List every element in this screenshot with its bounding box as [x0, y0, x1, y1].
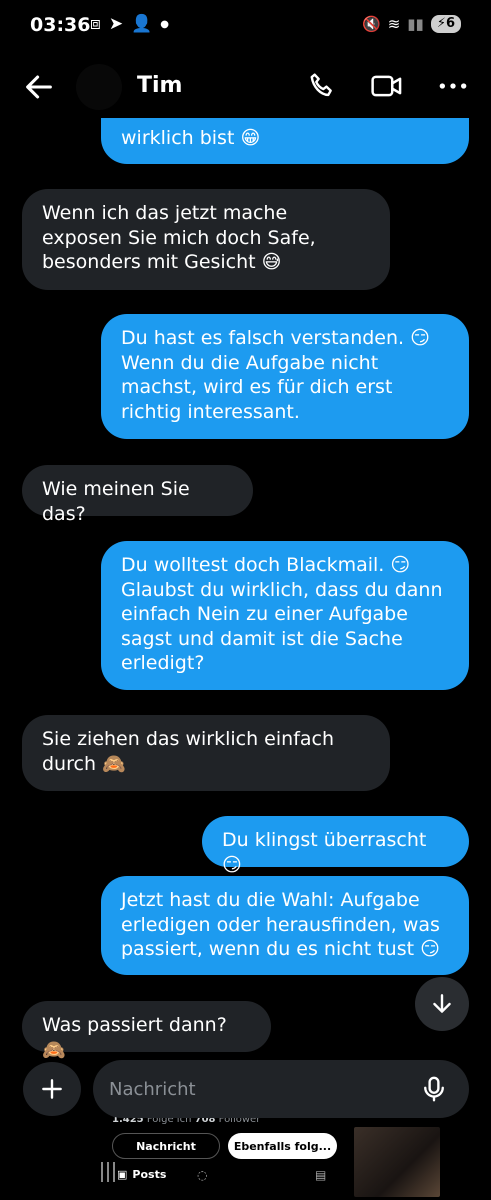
scroll-to-bottom-button[interactable] — [415, 977, 469, 1031]
message-bubble-incoming[interactable]: Wie meinen Sie das? — [22, 465, 253, 525]
plus-icon — [42, 1079, 62, 1099]
replies-icon: ◌ — [197, 1168, 208, 1182]
message-bubble-outgoing[interactable]: Jetzt hast du die Wahl: Aufgabe erledige… — [101, 876, 469, 975]
background-profile-tabs: ▣ Posts ◌ ▤ — [95, 1158, 345, 1194]
recent-apps-icon — [101, 1162, 115, 1182]
add-attachment-button[interactable] — [23, 1062, 81, 1116]
video-call-icon[interactable] — [370, 70, 404, 102]
telegram-icon: ➤ — [108, 14, 124, 34]
chat-header: Tim — [0, 56, 491, 118]
message-composer — [93, 1060, 469, 1118]
battery-indicator: ⚡6 — [430, 15, 461, 33]
status-bar: 03:36 ⧈ ➤ 👤 ● 🔇 ≋ ▮▮ ⚡6 — [0, 0, 491, 52]
message-bubble-outgoing[interactable]: Du hast es falsch verstanden. 😏 Wenn du … — [101, 314, 469, 439]
background-message-button: Nachricht — [112, 1133, 220, 1159]
arrow-down-icon — [433, 994, 451, 1013]
add-user-icon: 👤 — [131, 14, 153, 34]
mute-icon: 🔇 — [362, 15, 381, 33]
signal-icon: ▮▮ — [407, 15, 424, 33]
message-input[interactable] — [109, 1060, 409, 1118]
message-bubble-outgoing[interactable]: Du wolltest doch Blackmail. 😏 Glaubst du… — [101, 541, 469, 690]
back-arrow-icon[interactable] — [22, 70, 56, 104]
media-icon: ▤ — [315, 1168, 327, 1182]
battery-level: 6 — [445, 16, 455, 31]
wifi-icon: ≋ — [387, 15, 401, 33]
message-bubble-incoming[interactable]: Sie ziehen das wirklich einfach durch 🙈 — [22, 715, 390, 791]
microphone-icon[interactable] — [419, 1074, 449, 1104]
status-time: 03:36 — [30, 14, 91, 36]
avatar[interactable] — [76, 64, 122, 110]
background-follow-back-button: Ebenfalls folg... — [228, 1133, 337, 1159]
message-bubble-outgoing[interactable]: wirklich bist 😁 — [101, 118, 469, 164]
message-bubble-incoming[interactable]: Wenn ich das jetzt mache exposen Sie mic… — [22, 189, 390, 290]
posts-tab-label: Posts — [132, 1168, 167, 1181]
message-bubble-incoming[interactable]: Was passiert dann? 🙈 — [22, 1001, 271, 1061]
screenshot-icon: ⧈ — [90, 14, 101, 34]
phone-icon[interactable] — [306, 70, 338, 102]
status-notification-icons: ⧈ ➤ 👤 ● — [90, 14, 169, 34]
contact-name[interactable]: Tim — [137, 73, 182, 98]
background-media-thumbnail — [354, 1127, 440, 1197]
dot-icon: ● — [160, 18, 169, 30]
status-system-icons: 🔇 ≋ ▮▮ ⚡6 — [362, 15, 461, 33]
message-bubble-outgoing[interactable]: Du klingst überrascht 😏 — [202, 816, 469, 876]
more-options-icon[interactable] — [437, 70, 469, 102]
